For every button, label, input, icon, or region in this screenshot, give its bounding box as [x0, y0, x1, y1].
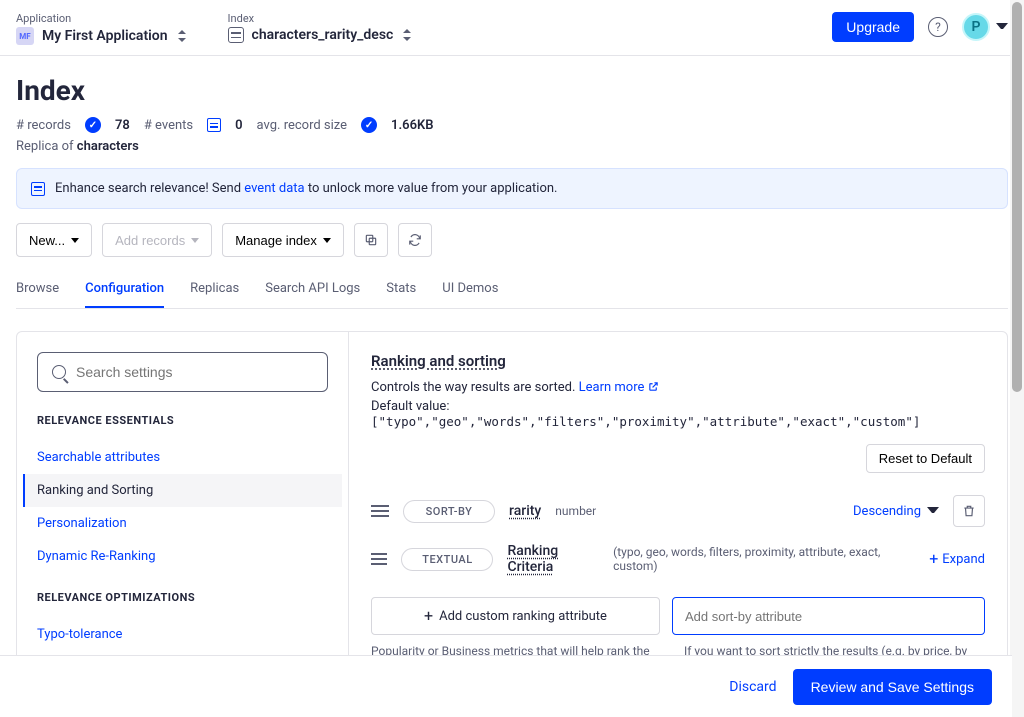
index-label: Index	[228, 12, 414, 25]
plus-icon: +	[424, 608, 433, 624]
chevron-down-icon	[996, 23, 1008, 31]
pill-textual: TEXTUAL	[401, 548, 493, 571]
updown-icon	[401, 28, 413, 42]
avg-value: 1.66KB	[391, 118, 433, 133]
sort-order-toggle[interactable]: Descending	[853, 504, 939, 519]
search-icon	[52, 365, 66, 379]
index-name: characters_rarity_desc	[252, 27, 394, 43]
upgrade-button[interactable]: Upgrade	[832, 12, 914, 42]
tab-configuration[interactable]: Configuration	[85, 271, 164, 308]
scrollbar-track	[1010, 0, 1024, 717]
sidebar-item-typo-tolerance[interactable]: Typo-tolerance	[23, 618, 342, 651]
settings-sidebar: RELEVANCE ESSENTIALS Searchable attribut…	[17, 332, 349, 682]
search-settings-input[interactable]	[76, 364, 313, 380]
add-sort-by-input[interactable]	[672, 597, 985, 635]
review-save-button[interactable]: Review and Save Settings	[793, 669, 992, 705]
events-icon	[207, 118, 221, 132]
default-value: ["typo","geo","words","filters","proximi…	[371, 414, 920, 429]
reset-to-default-button[interactable]: Reset to Default	[866, 444, 985, 473]
records-value: 78	[115, 118, 130, 133]
sort-attribute-name: rarity	[509, 503, 541, 519]
replica-target: characters	[77, 139, 139, 154]
scrollbar-thumb[interactable]	[1012, 2, 1022, 392]
ranking-row-sortby: SORT-BY rarity number Descending	[371, 487, 985, 535]
check-badge-icon	[361, 117, 377, 133]
tab-ui-demos[interactable]: UI Demos	[442, 271, 498, 308]
trash-icon	[962, 504, 976, 518]
add-custom-ranking-button[interactable]: +Add custom ranking attribute	[371, 597, 660, 635]
sidebar-item-searchable-attributes[interactable]: Searchable attributes	[23, 441, 342, 474]
settings-content: Ranking and sorting Controls the way res…	[349, 332, 1007, 682]
refresh-icon	[408, 233, 422, 247]
updown-icon	[176, 29, 188, 43]
footer-bar: Discard Review and Save Settings	[0, 655, 1012, 717]
application-selector[interactable]: Application MF My First Application	[16, 12, 188, 45]
plus-icon: +	[929, 551, 938, 567]
sidebar-item-dynamic-reranking[interactable]: Dynamic Re-Ranking	[23, 540, 342, 573]
replica-line: Replica of characters	[16, 139, 1008, 154]
expand-button[interactable]: +Expand	[929, 551, 985, 567]
records-label: # records	[16, 118, 71, 133]
application-name: My First Application	[42, 28, 168, 44]
tabs: Browse Configuration Replicas Search API…	[16, 271, 1008, 309]
drag-handle[interactable]	[371, 553, 387, 565]
add-records-button: Add records	[102, 223, 212, 257]
external-link-icon	[648, 381, 659, 392]
topbar: Application MF My First Application Inde…	[0, 0, 1024, 56]
manage-index-button[interactable]: Manage index	[222, 223, 344, 257]
events-label: # events	[144, 118, 193, 133]
tab-stats[interactable]: Stats	[386, 271, 416, 308]
copy-icon	[364, 233, 378, 247]
pill-sortby: SORT-BY	[403, 500, 495, 523]
copy-button[interactable]	[354, 223, 388, 257]
user-menu[interactable]: P	[962, 13, 1008, 41]
action-row: New... Add records Manage index	[16, 223, 1008, 257]
sidebar-item-ranking-sorting[interactable]: Ranking and Sorting	[23, 474, 342, 507]
avatar: P	[962, 13, 990, 41]
avg-label: avg. record size	[257, 118, 348, 133]
tab-search-api-logs[interactable]: Search API Logs	[265, 271, 360, 308]
application-label: Application	[16, 12, 188, 25]
index-selector[interactable]: Index characters_rarity_desc	[228, 12, 414, 43]
check-badge-icon	[85, 117, 101, 133]
stats-row: # records 78 # events 0 avg. record size…	[16, 117, 1008, 133]
events-value: 0	[235, 118, 242, 133]
chevron-down-icon	[191, 238, 199, 243]
help-icon[interactable]: ?	[928, 17, 948, 37]
sidebar-item-personalization[interactable]: Personalization	[23, 507, 342, 540]
ranking-row-criteria: TEXTUAL Ranking Criteria (typo, geo, wor…	[371, 535, 985, 583]
delete-sort-button[interactable]	[953, 495, 985, 527]
refresh-button[interactable]	[398, 223, 432, 257]
config-panel: RELEVANCE ESSENTIALS Searchable attribut…	[16, 331, 1008, 683]
section-title: Ranking and sorting	[371, 352, 985, 370]
page-title: Index	[16, 74, 1008, 107]
tab-browse[interactable]: Browse	[16, 271, 59, 308]
learn-more-link[interactable]: Learn more	[579, 380, 659, 395]
criteria-list: (typo, geo, words, filters, proximity, a…	[613, 545, 901, 573]
ranking-criteria-label: Ranking Criteria	[507, 543, 599, 575]
sort-attribute-type: number	[555, 504, 596, 518]
event-data-link[interactable]: event data	[244, 181, 304, 196]
database-icon	[31, 182, 45, 196]
chevron-down-icon	[71, 238, 79, 243]
chevron-down-icon	[927, 507, 939, 515]
search-settings-box[interactable]	[37, 352, 328, 392]
new-button[interactable]: New...	[16, 223, 92, 257]
sidebar-heading-essentials: RELEVANCE ESSENTIALS	[37, 414, 328, 427]
discard-button[interactable]: Discard	[729, 679, 776, 695]
info-banner: Enhance search relevance! Send event dat…	[16, 168, 1008, 209]
tab-replicas[interactable]: Replicas	[190, 271, 239, 308]
chevron-down-icon	[323, 238, 331, 243]
index-icon	[228, 27, 244, 43]
app-icon: MF	[16, 27, 34, 45]
drag-handle[interactable]	[371, 505, 389, 517]
sidebar-heading-optimizations: RELEVANCE OPTIMIZATIONS	[37, 591, 328, 604]
